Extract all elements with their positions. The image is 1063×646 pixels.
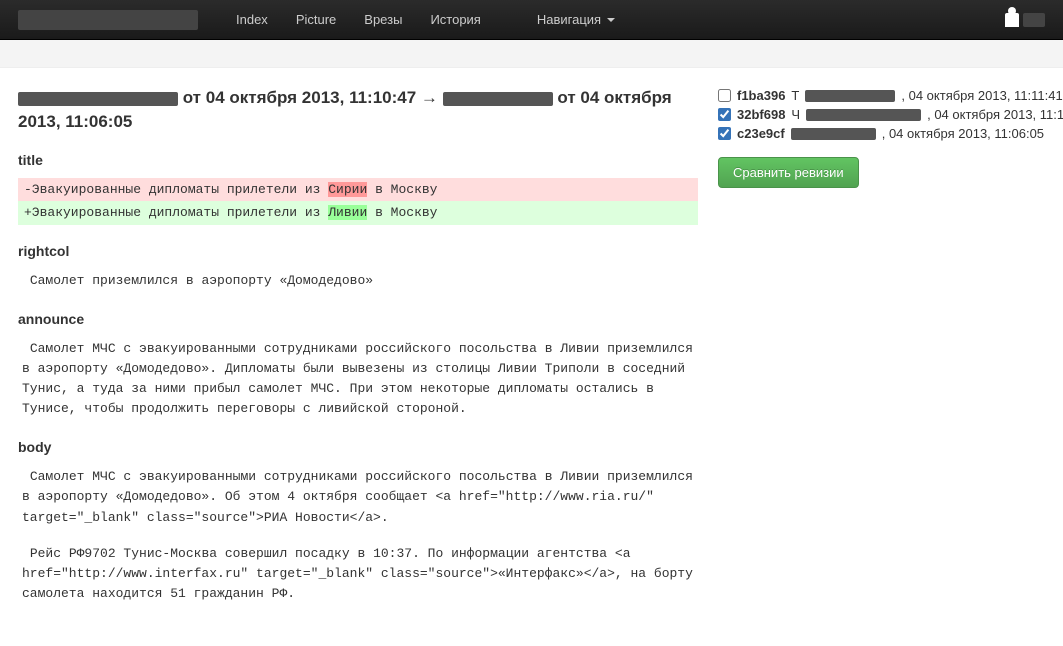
section-body: body: [18, 439, 698, 455]
heading-arrow: →: [416, 88, 442, 107]
heading-prefix-from: от: [178, 88, 206, 107]
diff-word-added: Ливии: [328, 205, 367, 220]
section-title: title: [18, 152, 698, 168]
revision-author-redacted: [806, 109, 921, 121]
diff-word-deleted: Сирии: [328, 182, 367, 197]
navbar: Index Picture Врезы История Навигация: [0, 0, 1063, 40]
nav-dropdown-navigation[interactable]: Навигация: [523, 12, 629, 27]
nav-vrezy[interactable]: Врезы: [350, 12, 416, 27]
diff-title: -Эвакуированные дипломаты прилетели из С…: [18, 178, 698, 225]
section-announce: announce: [18, 311, 698, 327]
author-redacted-to: [443, 92, 553, 106]
revision-item: 32bf698 Ч , 04 октября 2013, 11:10:47: [718, 105, 1063, 124]
heading-date-from: 04 октября 2013, 11:10:47: [206, 88, 416, 107]
brand-logo[interactable]: [18, 10, 198, 30]
announce-text: Самолет МЧС с эвакуированными сотрудника…: [18, 337, 698, 422]
revision-date: , 04 октября 2013, 11:06:05: [882, 126, 1044, 141]
revision-author-initial: Т: [791, 88, 799, 103]
sub-toolbar: [0, 40, 1063, 68]
revision-hash[interactable]: c23e9cf: [737, 126, 785, 141]
revision-date: , 04 октября 2013, 11:11:41: [901, 88, 1062, 103]
user-menu[interactable]: [1005, 13, 1045, 27]
nav-picture[interactable]: Picture: [282, 12, 350, 27]
main-content: от 04 октября 2013, 11:10:47 → от 04 окт…: [18, 86, 698, 606]
heading-prefix-to: от: [553, 88, 581, 107]
author-redacted-from: [18, 92, 178, 106]
user-icon: [1005, 13, 1019, 27]
revision-date: , 04 октября 2013, 11:10:47: [927, 107, 1063, 122]
nav-index[interactable]: Index: [222, 12, 282, 27]
compare-revisions-button[interactable]: Сравнить ревизии: [718, 157, 859, 188]
revision-author-redacted: [791, 128, 876, 140]
revision-hash[interactable]: f1ba396: [737, 88, 785, 103]
revision-item: c23e9cf , 04 октября 2013, 11:06:05: [718, 124, 1063, 143]
revision-author-initial: Ч: [791, 107, 800, 122]
nav-dropdown-label: Навигация: [537, 12, 601, 27]
revision-author-redacted: [805, 90, 895, 102]
sidebar-revisions: f1ba396 Т , 04 октября 2013, 11:11:41 32bf…: [718, 86, 1063, 606]
nav-history[interactable]: История: [416, 12, 494, 27]
revision-item: f1ba396 Т , 04 октября 2013, 11:11:41: [718, 86, 1063, 105]
page-title: от 04 октября 2013, 11:10:47 → от 04 окт…: [18, 86, 698, 134]
revision-checkbox[interactable]: [718, 89, 731, 102]
section-rightcol: rightcol: [18, 243, 698, 259]
diff-line-deleted: -Эвакуированные дипломаты прилетели из С…: [18, 178, 698, 202]
revision-checkbox[interactable]: [718, 127, 731, 140]
rightcol-text: Самолет приземлился в аэропорту «Домодед…: [18, 269, 698, 293]
diff-line-added: +Эвакуированные дипломаты прилетели из Л…: [18, 201, 698, 225]
body-text-p1: Самолет МЧС с эвакуированными сотрудника…: [18, 465, 698, 529]
revision-checkbox[interactable]: [718, 108, 731, 121]
chevron-down-icon: [607, 18, 615, 22]
revision-hash[interactable]: 32bf698: [737, 107, 785, 122]
body-text-p2: Рейс РФ9702 Тунис-Москва совершил посадк…: [18, 542, 698, 606]
user-name-redacted: [1023, 13, 1045, 27]
